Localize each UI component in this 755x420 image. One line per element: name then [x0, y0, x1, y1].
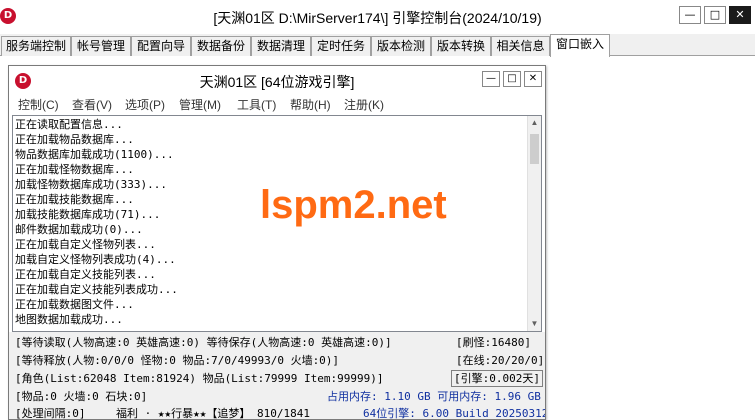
outer-maximize-button[interactable]: □: [704, 6, 726, 24]
engine-titlebar: D 天渊01区 [64位游戏引擎] — □ ✕: [9, 66, 545, 94]
tab-version-check[interactable]: 版本检测: [371, 36, 431, 56]
log-line: 加载技能数据库成功(71)...: [15, 208, 161, 221]
status-monster-refresh: [刷怪:16480]: [456, 336, 531, 349]
menu-manage[interactable]: 管理(M): [179, 96, 221, 113]
outer-titlebar: D [天渊01区 D:\MirServer174\] 引擎控制台(2024/10…: [0, 0, 755, 34]
log-line: 正在加载自定义技能列表...: [15, 268, 156, 281]
main-tabbar: 服务端控制 帐号管理 配置向导 数据备份 数据清理 定时任务 版本检测 版本转换…: [0, 34, 755, 57]
scroll-thumb[interactable]: [530, 134, 539, 164]
engine-minimize-button[interactable]: —: [482, 71, 500, 87]
log-line: 正在加载物品数据库...: [15, 133, 134, 146]
log-line: 正在加载怪物数据库...: [15, 163, 134, 176]
log-line: 正在加载自定义技能列表成功...: [15, 283, 178, 296]
status-wait-release: [等待释放(人物:0/0/0 怪物:0 物品:7/0/49993/0 火墙:0)…: [15, 354, 340, 367]
log-line: 正在读取配置信息...: [15, 118, 123, 131]
tab-scheduled-tasks[interactable]: 定时任务: [311, 36, 371, 56]
status-engine-uptime: [引擎:0.002天]: [451, 370, 543, 387]
watermark-text: lspm2.net: [260, 183, 447, 227]
tab-data-cleanup[interactable]: 数据清理: [251, 36, 311, 56]
log-line: 地图数据加载成功...: [15, 313, 123, 326]
status-online: [在线:20/20/0]: [456, 354, 545, 367]
scroll-down-arrow-icon[interactable]: ▼: [528, 317, 541, 331]
status-interval: [处理间隔:0]: [15, 407, 86, 420]
menu-help[interactable]: 帮助(H): [290, 96, 331, 113]
engine-window-title: 天渊01区 [64位游戏引擎]: [199, 74, 355, 90]
engine-window: D 天渊01区 [64位游戏引擎] — □ ✕ 控制(C) 查看(V) 选项(P…: [8, 65, 546, 420]
status-memory: 占用内存: 1.10 GB 可用内存: 1.96 GB: [327, 390, 541, 403]
status-build: 64位引擎: 6.00 Build 20250312: [363, 407, 546, 420]
scroll-up-arrow-icon[interactable]: ▲: [528, 116, 541, 130]
log-line: 正在加载自定义怪物列表...: [15, 238, 156, 251]
tab-related-info[interactable]: 相关信息: [491, 36, 550, 56]
menu-view[interactable]: 查看(V): [72, 96, 112, 113]
log-line: 物品数据库加载成功(1100)...: [15, 148, 174, 161]
engine-status-panel: [等待读取(人物高速:0 英雄高速:0) 等待保存(人物高速:0 英雄高速:0)…: [9, 332, 546, 420]
log-line: 加载怪物数据库成功(333)...: [15, 178, 167, 191]
engine-menubar: 控制(C) 查看(V) 选项(P) 管理(M) 工具(T) 帮助(H) 注册(K…: [9, 94, 545, 114]
tab-window-embed[interactable]: 窗口嵌入: [550, 34, 610, 57]
menu-control[interactable]: 控制(C): [18, 96, 59, 113]
tab-config-wizard[interactable]: 配置向导: [131, 36, 191, 56]
outer-minimize-button[interactable]: —: [679, 6, 701, 24]
status-server-name: 福利 · ★★行暴★★【追梦】 810/1841: [116, 407, 310, 420]
engine-close-button[interactable]: ✕: [524, 71, 542, 87]
outer-window-title: [天渊01区 D:\MirServer174\] 引擎控制台(2024/10/1…: [213, 10, 542, 26]
menu-options[interactable]: 选项(P): [125, 96, 165, 113]
tab-account-manage[interactable]: 帐号管理: [71, 36, 131, 56]
status-item-firewall: [物品:0 火墙:0 石块:0]: [15, 390, 148, 403]
status-wait-read: [等待读取(人物高速:0 英雄高速:0) 等待保存(人物高速:0 英雄高速:0)…: [15, 336, 392, 349]
log-line: 正在加载技能数据库...: [15, 193, 134, 206]
engine-maximize-button[interactable]: □: [503, 71, 521, 87]
status-role-items: [角色(List:62048 Item:81924) 物品(List:79999…: [15, 372, 384, 385]
menu-register[interactable]: 注册(K): [344, 96, 384, 113]
log-line: 加载自定义怪物列表成功(4)...: [15, 253, 176, 266]
tab-version-convert[interactable]: 版本转换: [431, 36, 491, 56]
outer-close-button[interactable]: ✕: [729, 6, 751, 24]
tab-server-control[interactable]: 服务端控制: [1, 36, 71, 56]
log-line: 邮件数据加载成功(0)...: [15, 223, 143, 236]
tab-data-backup[interactable]: 数据备份: [191, 36, 251, 56]
log-scrollbar[interactable]: ▲ ▼: [527, 116, 541, 331]
log-line: 正在加载数据图文件...: [15, 298, 134, 311]
menu-tools[interactable]: 工具(T): [237, 96, 276, 113]
